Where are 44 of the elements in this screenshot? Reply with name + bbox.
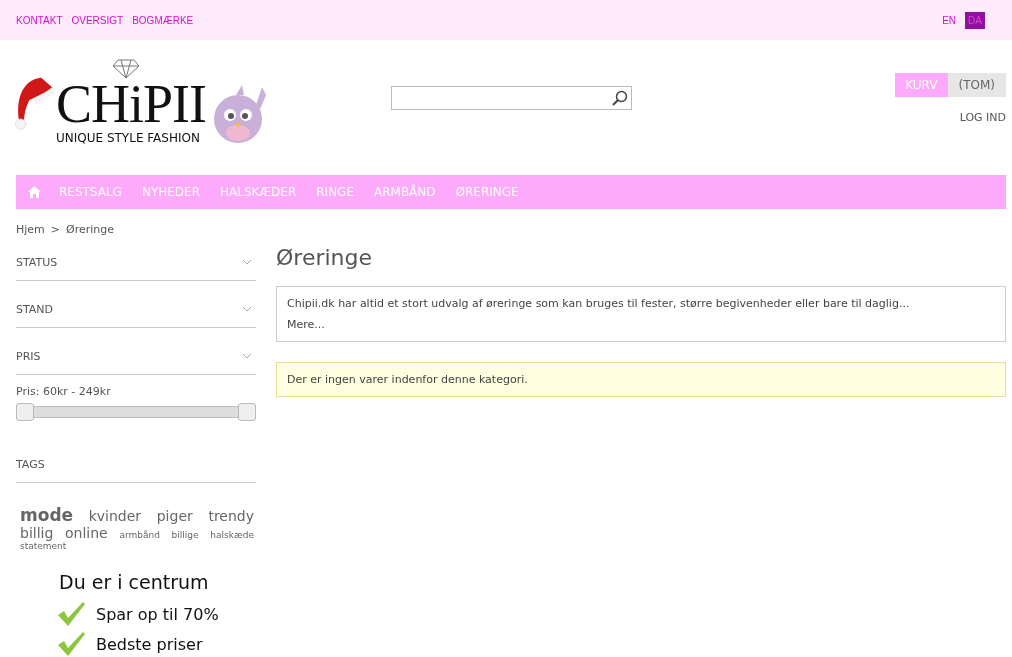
- logo-wordmark: CHiPII: [56, 76, 206, 131]
- more-link[interactable]: Mere...: [287, 318, 325, 331]
- tag-link[interactable]: kvinder: [88, 508, 142, 524]
- tag-link[interactable]: piger: [156, 508, 193, 524]
- logo-tagline: UNIQUE STYLE FASHION: [55, 130, 200, 145]
- breadcrumb-current: Øreringe: [66, 223, 115, 236]
- home-icon[interactable]: [28, 186, 41, 198]
- promo-point: Bedste priser: [96, 634, 203, 654]
- tag-link[interactable]: statement: [20, 541, 67, 551]
- top-link[interactable]: OVERSIGT: [71, 14, 124, 26]
- filter-heading[interactable]: STATUS: [16, 255, 58, 269]
- category-description: Chipii.dk har altid et stort udvalg af øreringe som kan bruges til fester, større begivenheder eller bare til daglig...: [287, 297, 911, 310]
- breadcrumb-separator: >: [50, 223, 61, 236]
- tags-heading: TAGS: [16, 457, 45, 471]
- tag-link[interactable]: billige: [171, 530, 199, 540]
- filter-heading[interactable]: STAND: [16, 302, 54, 316]
- slider-handle[interactable]: [16, 403, 34, 421]
- promo-title: Du er i centrum: [59, 571, 209, 593]
- top-link[interactable]: KONTAKT: [16, 14, 63, 26]
- price-range-label: Pris: 60kr - 249kr: [16, 385, 112, 398]
- tag-link[interactable]: halskæde: [210, 530, 254, 540]
- tag-link[interactable]: mode: [20, 505, 74, 525]
- page-title: Øreringe: [276, 245, 373, 270]
- search-field[interactable]: [391, 85, 632, 110]
- promo-point: Spar op til 70%: [96, 604, 219, 624]
- chevron-icon[interactable]: [242, 259, 252, 265]
- check-icon: [56, 601, 86, 627]
- tag-link[interactable]: armbånd: [119, 530, 160, 540]
- diamond-icon: [112, 58, 140, 79]
- check-icon: [56, 631, 86, 657]
- tag-link[interactable]: billig: [20, 525, 54, 541]
- search-icon[interactable]: [612, 89, 628, 106]
- login-link[interactable]: LOG IND: [959, 111, 1006, 124]
- breadcrumb-link[interactable]: Hjem: [16, 223, 45, 236]
- chevron-icon[interactable]: [242, 353, 252, 359]
- top-link[interactable]: BOGMÆRKE: [132, 14, 194, 26]
- chevron-icon[interactable]: [242, 306, 252, 312]
- cart-status: (TOM): [947, 73, 1006, 97]
- empty-category-notice: Der er ingen varer indenfor denne kategori.: [276, 362, 1006, 397]
- language-link[interactable]: EN: [939, 11, 960, 29]
- tag-link[interactable]: online: [65, 525, 108, 541]
- tag-link[interactable]: trendy: [208, 508, 254, 524]
- slider-handle[interactable]: [238, 403, 256, 421]
- filter-heading[interactable]: PRIS: [16, 349, 41, 363]
